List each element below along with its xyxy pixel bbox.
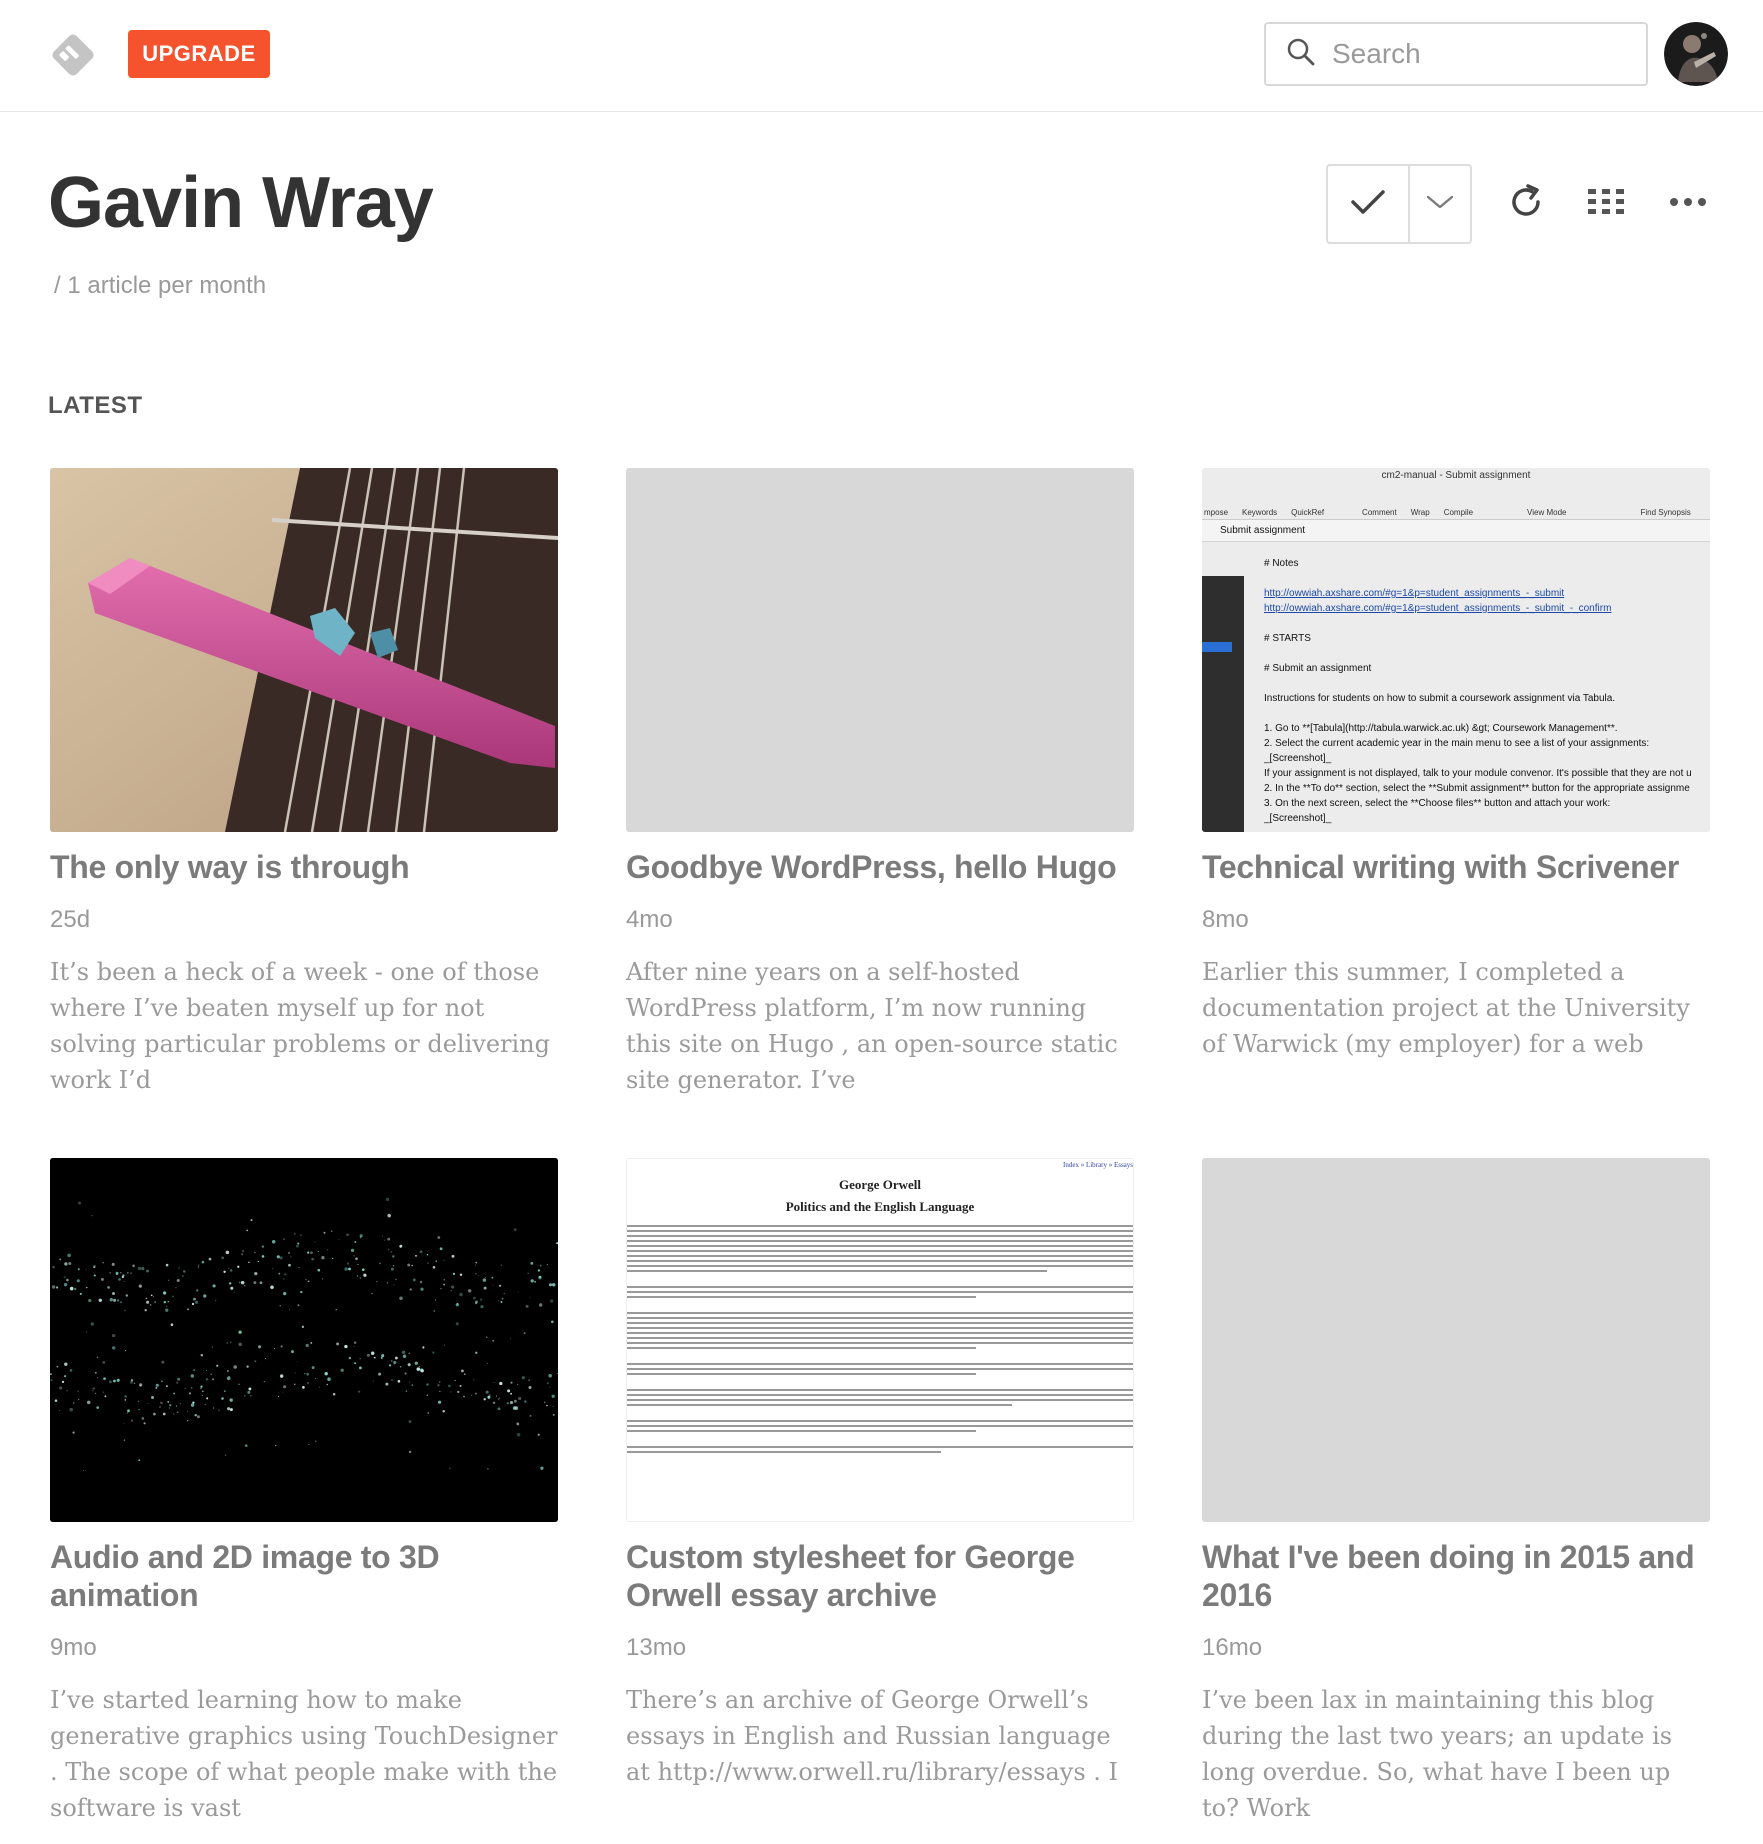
article-card[interactable]: The only way is through 25d It’s been a … — [50, 468, 560, 1098]
more-icon — [1668, 195, 1708, 213]
refresh-button[interactable] — [1502, 180, 1550, 228]
feedly-logo-icon[interactable] — [48, 30, 98, 80]
screenshot-toolbar-label: Find Synopsis — [1640, 508, 1691, 517]
mark-as-read-button[interactable] — [1328, 166, 1410, 242]
article-excerpt: I’ve started learning how to make genera… — [50, 1686, 558, 1822]
search-box[interactable] — [1264, 22, 1648, 86]
article-title[interactable]: Audio and 2D image to 3D animation — [50, 1538, 560, 1614]
screenshot-line: http://owwiah.axshare.com/#g=1&p=student… — [1264, 603, 1612, 614]
screenshot-document: # Notes http://owwiah.axshare.com/#g=1&p… — [1264, 556, 1710, 826]
article-thumbnail[interactable] — [50, 1158, 558, 1522]
article-card[interactable]: Goodbye WordPress, hello Hugo 4mo After … — [626, 468, 1136, 1098]
article-title[interactable]: The only way is through — [50, 848, 560, 886]
article-title[interactable]: Goodbye WordPress, hello Hugo — [626, 848, 1136, 886]
screenshot-line: http://owwiah.axshare.com/#g=1&p=student… — [1264, 588, 1565, 599]
screenshot-line: # STARTS — [1264, 633, 1311, 644]
check-icon — [1350, 187, 1386, 222]
article-age: 13mo — [626, 1634, 687, 1661]
screenshot-line — [1264, 616, 1710, 631]
avatar[interactable] — [1664, 22, 1728, 86]
article-excerpt: Earlier this summer, I completed a docum… — [1202, 958, 1690, 1058]
particle-animation-image — [50, 1158, 558, 1522]
screenshot-line: # Submit an assignment — [1264, 663, 1372, 674]
screenshot-line — [1264, 676, 1710, 691]
screenshot-line — [1264, 571, 1710, 586]
screenshot-toolbar-label: View Mode — [1527, 508, 1567, 517]
grid-view-icon — [1586, 187, 1626, 222]
mark-read-button-group — [1326, 164, 1472, 244]
screenshot-line: 2. Select the current academic year in t… — [1264, 738, 1650, 749]
article-card[interactable]: cm2-manual - Submit assignment mpose Key… — [1202, 468, 1712, 1062]
screenshot-toolbar-label: Wrap — [1410, 508, 1430, 517]
screenshot-line — [1264, 706, 1710, 721]
screenshot-sidebar — [1202, 576, 1244, 832]
screenshot-author: George Orwell — [839, 1177, 921, 1192]
screenshot-line: _[Screenshot]_ — [1264, 813, 1332, 824]
screenshot-toolbar-label: Compile — [1443, 508, 1474, 517]
article-title[interactable]: What I've been doing in 2015 and 2016 — [1202, 1538, 1712, 1614]
refresh-icon — [1506, 182, 1546, 227]
screenshot-line: 3. On the next screen, select the **Choo… — [1264, 798, 1611, 809]
article-age: 25d — [50, 906, 91, 933]
screenshot-breadcrumb: Index » Library » Essays — [1063, 1161, 1133, 1169]
article-excerpt: It’s been a heck of a week - one of thos… — [50, 958, 551, 1094]
screenshot-toolbar-label: Comment — [1362, 508, 1397, 517]
screenshot-line: If your assignment is not displayed, tal… — [1264, 768, 1692, 779]
article-thumbnail-placeholder[interactable] — [626, 468, 1134, 832]
screenshot-line: Instructions for students on how to subm… — [1264, 693, 1616, 704]
mark-read-dropdown-button[interactable] — [1410, 166, 1470, 242]
article-title[interactable]: Technical writing with Scrivener — [1202, 848, 1712, 886]
article-thumbnail[interactable] — [50, 468, 558, 832]
article-age: 9mo — [50, 1634, 97, 1661]
screenshot-nav: Submit assignment — [1202, 520, 1710, 542]
search-icon — [1286, 37, 1316, 72]
top-bar: UPGRADE — [0, 0, 1763, 112]
article-age: 8mo — [1202, 906, 1249, 933]
screenshot-line: _[Screenshot]_ — [1264, 753, 1332, 764]
screenshot-body-text — [627, 1225, 1133, 1453]
screenshot-toolbar-label: Keywords — [1242, 508, 1278, 517]
upgrade-button[interactable]: UPGRADE — [128, 30, 270, 78]
article-thumbnail[interactable]: Index » Library » Essays George Orwell P… — [626, 1158, 1134, 1522]
orwell-page-screenshot: Index » Library » Essays George Orwell P… — [626, 1158, 1134, 1522]
article-age: 16mo — [1202, 1634, 1263, 1661]
page-subtitle: / 1 article per month — [54, 272, 267, 299]
article-card[interactable]: Audio and 2D image to 3D animation 9mo I… — [50, 1158, 560, 1826]
more-options-button[interactable] — [1664, 180, 1712, 228]
section-label-latest: LATEST — [48, 392, 143, 419]
screenshot-line — [1264, 646, 1710, 661]
page-title: Gavin Wray — [48, 163, 434, 243]
search-input[interactable] — [1332, 38, 1632, 70]
article-card[interactable]: Index » Library » Essays George Orwell P… — [626, 1158, 1136, 1790]
article-thumbnail[interactable]: cm2-manual - Submit assignment mpose Key… — [1202, 468, 1710, 832]
article-excerpt: I’ve been lax in maintaining this blog d… — [1202, 1686, 1673, 1822]
screenshot-toolbar-label: mpose — [1204, 508, 1229, 517]
screenshot-essay-title: Politics and the English Language — [785, 1199, 975, 1214]
scrivener-screenshot: cm2-manual - Submit assignment mpose Key… — [1202, 468, 1710, 832]
article-excerpt: After nine years on a self-hosted WordPr… — [626, 958, 1118, 1094]
screenshot-toolbar: mpose Keywords QuickRef Comment Wrap Com… — [1202, 490, 1710, 520]
view-layout-button[interactable] — [1582, 180, 1630, 228]
article-excerpt: There’s an archive of George Orwell’s es… — [626, 1686, 1119, 1786]
article-age: 4mo — [626, 906, 673, 933]
article-thumbnail-placeholder[interactable] — [1202, 1158, 1710, 1522]
screenshot-line: # Notes — [1264, 558, 1299, 569]
article-card[interactable]: What I've been doing in 2015 and 2016 16… — [1202, 1158, 1712, 1826]
screenshot-toolbar-label: QuickRef — [1291, 508, 1325, 517]
screenshot-window-title: cm2-manual - Submit assignment — [1381, 470, 1531, 481]
screenshot-line: 2. In the **To do** section, select the … — [1264, 783, 1690, 794]
article-title[interactable]: Custom stylesheet for George Orwell essa… — [626, 1538, 1136, 1614]
screenshot-line: 1. Go to **[Tabula](http://tabula.warwic… — [1264, 723, 1618, 734]
chevron-down-icon — [1426, 194, 1454, 215]
